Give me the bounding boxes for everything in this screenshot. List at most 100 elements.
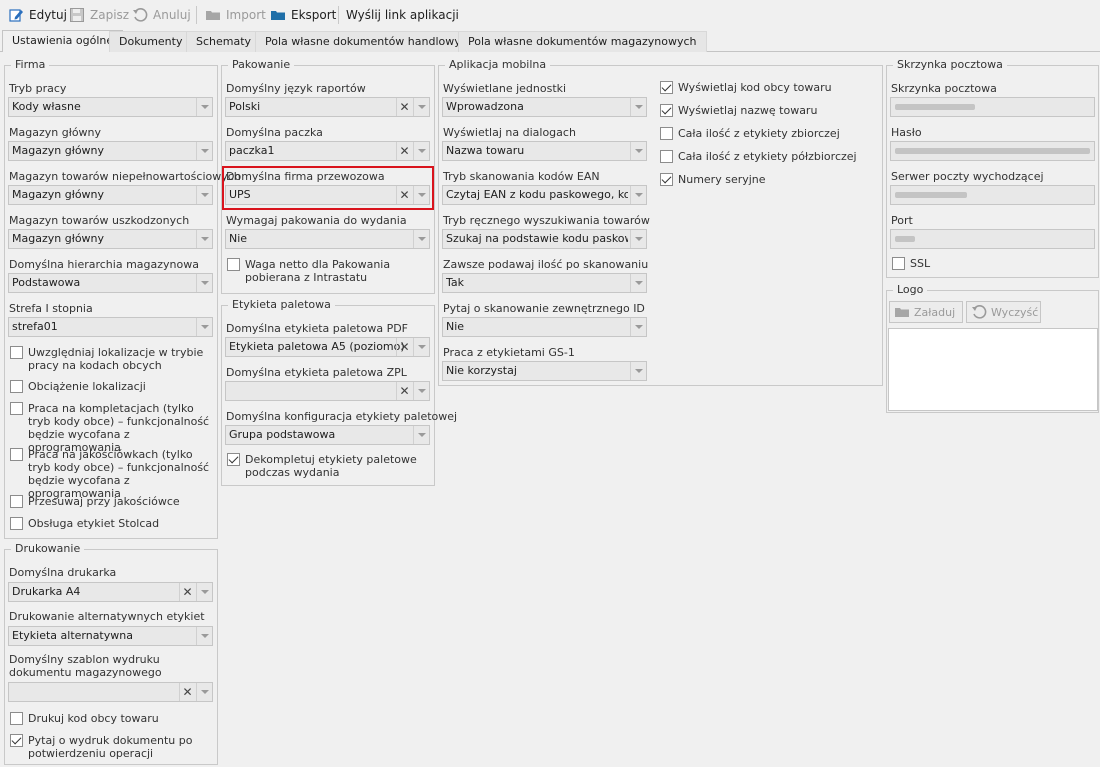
checkbox-box[interactable] (660, 150, 673, 163)
chevron-down-icon[interactable] (630, 186, 646, 204)
tab-pola-wlasne-handlowe[interactable]: Pola własne dokumentów handlowych (255, 31, 484, 52)
checkbox-box[interactable] (10, 346, 23, 359)
ilosc-select[interactable]: Tak (442, 273, 647, 293)
tab-pola-wlasne-magazynowe[interactable]: Pola własne dokumentów magazynowych (458, 31, 707, 52)
polzbiorcza-checkbox[interactable]: Cała ilość z etykiety półzbiorczej (660, 150, 875, 163)
serwer-input[interactable] (890, 185, 1095, 205)
etykieta-zpl-select[interactable]: ✕ (225, 381, 430, 401)
clear-icon[interactable]: ✕ (396, 338, 412, 356)
clear-icon[interactable]: ✕ (396, 142, 412, 160)
chevron-down-icon[interactable] (196, 274, 212, 292)
clear-icon[interactable]: ✕ (396, 98, 412, 116)
chevron-down-icon[interactable] (413, 98, 429, 116)
checkbox-box[interactable] (660, 104, 673, 117)
chevron-down-icon[interactable] (630, 318, 646, 336)
clear-logo-button[interactable]: Wyczyść (966, 301, 1041, 323)
chevron-down-icon[interactable] (413, 186, 429, 204)
chevron-down-icon[interactable] (196, 683, 212, 701)
checkbox-box[interactable] (660, 173, 673, 186)
load-logo-button[interactable]: Załaduj (889, 301, 963, 323)
chevron-down-icon[interactable] (413, 426, 429, 444)
haslo-input[interactable] (890, 141, 1095, 161)
chevron-down-icon[interactable] (630, 230, 646, 248)
checkbox-box[interactable] (227, 453, 240, 466)
reczny-select[interactable]: Szukaj na podstawie kodu paskowe... (442, 229, 647, 249)
chevron-down-icon[interactable] (413, 338, 429, 356)
clear-icon[interactable]: ✕ (396, 186, 412, 204)
gs1-select[interactable]: Nie korzystaj (442, 361, 647, 381)
chevron-down-icon[interactable] (196, 98, 212, 116)
skrzynka-input[interactable] (890, 97, 1095, 117)
przesuwaj-checkbox[interactable]: Przesuwaj przy jakościówce (10, 495, 212, 508)
alternatywne-select[interactable]: Etykieta alternatywna (8, 626, 213, 646)
drukuj-kod-obcy-checkbox[interactable]: Drukuj kod obcy towaru (10, 712, 212, 725)
hierarchia-select[interactable]: Podstawowa (8, 273, 213, 293)
cancel-button[interactable]: Anuluj (132, 5, 191, 25)
chevron-down-icon[interactable] (630, 98, 646, 116)
dialogi-select[interactable]: Nazwa towaru (442, 141, 647, 161)
magazyn-niepelno-select[interactable]: Magazyn główny (8, 185, 213, 205)
firma-przewozowa-select[interactable]: UPS ✕ (225, 185, 430, 205)
port-input[interactable] (890, 229, 1095, 249)
checkbox-box[interactable] (892, 257, 905, 270)
etykieta-pdf-select[interactable]: Etykieta paletowa A5 (poziomo) ✕ (225, 337, 430, 357)
chevron-down-icon[interactable] (196, 627, 212, 645)
szablon-select[interactable]: ✕ (8, 682, 213, 702)
chevron-down-icon[interactable] (196, 230, 212, 248)
checkbox-box[interactable] (10, 380, 23, 393)
chevron-down-icon[interactable] (413, 142, 429, 160)
jednostki-select[interactable]: Wprowadzona (442, 97, 647, 117)
chevron-down-icon[interactable] (413, 382, 429, 400)
logo-image-area[interactable] (888, 328, 1098, 411)
kompletacje-checkbox[interactable]: Praca na kompletacjach (tylko tryb kody … (10, 402, 212, 454)
chevron-down-icon[interactable] (630, 142, 646, 160)
import-button[interactable]: Import (205, 5, 266, 25)
clear-icon[interactable]: ✕ (396, 382, 412, 400)
clear-icon[interactable]: ✕ (179, 583, 195, 601)
checkbox-box[interactable] (10, 495, 23, 508)
magazyn-uszkodz-select[interactable]: Magazyn główny (8, 229, 213, 249)
chevron-down-icon[interactable] (630, 274, 646, 292)
save-button[interactable]: Zapisz (69, 5, 129, 25)
konfig-select[interactable]: Grupa podstawowa (225, 425, 430, 445)
strefa-select[interactable]: strefa01 (8, 317, 213, 337)
chevron-down-icon[interactable] (196, 583, 212, 601)
zbiorcza-checkbox[interactable]: Cała ilość z etykiety zbiorczej (660, 127, 875, 140)
uwzgledniaj-lokalizacje-checkbox[interactable]: Uwzględniaj lokalizacje w trybie pracy n… (10, 346, 212, 372)
jezyk-select[interactable]: Polski ✕ (225, 97, 430, 117)
numery-seryjne-checkbox[interactable]: Numery seryjne (660, 173, 875, 186)
waga-netto-checkbox[interactable]: Waga netto dla Pakowania pobierana z Int… (227, 258, 431, 284)
checkbox-box[interactable] (10, 402, 23, 415)
kod-obcy-checkbox[interactable]: Wyświetlaj kod obcy towaru (660, 81, 875, 94)
paczka-select[interactable]: paczka1 ✕ (225, 141, 430, 161)
tab-ustawienia-ogolne[interactable]: Ustawienia ogólne (2, 30, 124, 52)
ean-select[interactable]: Czytaj EAN z kodu paskowego, kod... (442, 185, 647, 205)
export-button[interactable]: Eksport (270, 5, 336, 25)
zewn-id-select[interactable]: Nie (442, 317, 647, 337)
chevron-down-icon[interactable] (630, 362, 646, 380)
obciazenie-lokalizacji-checkbox[interactable]: Obciążenie lokalizacji (10, 380, 212, 393)
chevron-down-icon[interactable] (413, 230, 429, 248)
jakosciowki-checkbox[interactable]: Praca na jakościówkach (tylko tryb kody … (10, 448, 212, 500)
checkbox-box[interactable] (10, 712, 23, 725)
chevron-down-icon[interactable] (196, 142, 212, 160)
checkbox-box[interactable] (227, 258, 240, 271)
checkbox-box[interactable] (10, 448, 23, 461)
edit-button[interactable]: Edytuj (8, 5, 67, 25)
dekompletuj-checkbox[interactable]: Dekompletuj etykiety paletowe podczas wy… (227, 453, 431, 479)
tab-dokumenty[interactable]: Dokumenty (109, 31, 193, 52)
magazyn-glowny-select[interactable]: Magazyn główny (8, 141, 213, 161)
stolcad-checkbox[interactable]: Obsługa etykiet Stolcad (10, 517, 212, 530)
pytaj-o-wydruk-checkbox[interactable]: Pytaj o wydruk dokumentu po potwierdzeni… (10, 734, 212, 760)
wymagaj-select[interactable]: Nie (225, 229, 430, 249)
chevron-down-icon[interactable] (196, 318, 212, 336)
chevron-down-icon[interactable] (196, 186, 212, 204)
checkbox-box[interactable] (660, 81, 673, 94)
nazwa-towaru-checkbox[interactable]: Wyświetlaj nazwę towaru (660, 104, 875, 117)
drukarka-select[interactable]: Drukarka A4 ✕ (8, 582, 213, 602)
checkbox-box[interactable] (10, 734, 23, 747)
ssl-checkbox[interactable]: SSL (892, 257, 992, 270)
send-link-button[interactable]: Wyślij link aplikacji (346, 5, 459, 25)
checkbox-box[interactable] (660, 127, 673, 140)
tryb-pracy-select[interactable]: Kody własne (8, 97, 213, 117)
